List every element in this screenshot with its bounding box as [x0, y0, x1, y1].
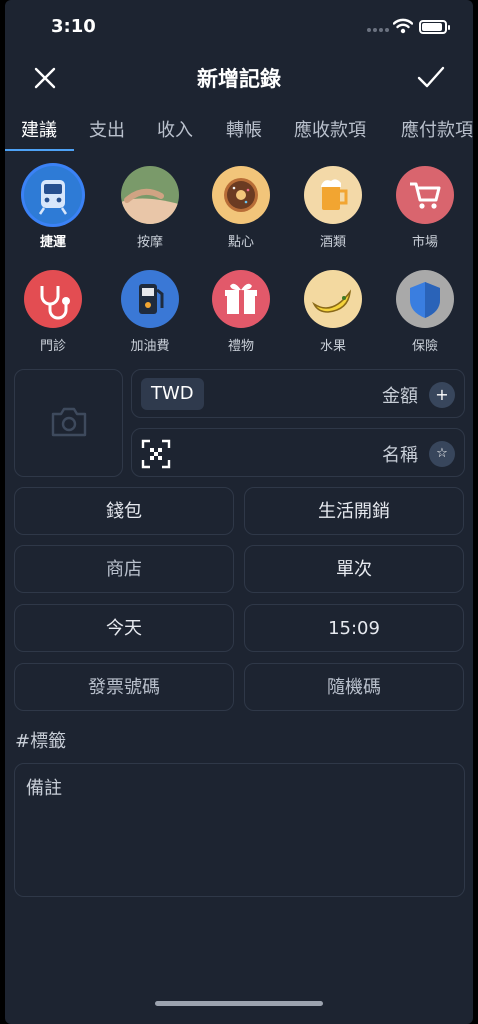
category-label: 水果 — [319, 339, 346, 354]
active-tab-indicator — [5, 149, 74, 151]
category-button[interactable]: 生活開銷 — [244, 487, 464, 535]
status-time: 3:10 — [51, 16, 96, 37]
massage-icon — [121, 166, 179, 224]
category-label: 酒類 — [319, 235, 346, 250]
category-label: 加油費 — [130, 339, 170, 354]
name-field[interactable]: 名稱 ☆ — [131, 428, 465, 477]
invoice-number-field[interactable]: 發票號碼 — [14, 663, 234, 711]
tab-receivable[interactable]: 應收款項 — [294, 116, 366, 142]
tab-suggested[interactable]: 建議 — [21, 116, 57, 142]
category-clinic[interactable]: 門診 — [13, 270, 93, 354]
checkmark-icon[interactable] — [417, 64, 445, 90]
gift-icon — [212, 270, 270, 328]
random-code-field[interactable]: 隨機碼 — [244, 663, 464, 711]
wifi-icon — [393, 18, 413, 34]
category-massage[interactable]: 按摩 — [110, 166, 190, 250]
tab-expense[interactable]: 支出 — [89, 116, 125, 142]
plus-icon[interactable]: + — [429, 382, 455, 408]
metro-train-icon — [24, 166, 82, 224]
tab-income[interactable]: 收入 — [157, 116, 193, 142]
home-indicator — [155, 1001, 323, 1006]
category-snack[interactable]: 點心 — [201, 166, 281, 250]
amount-label: 金額 — [382, 386, 418, 407]
shield-icon — [396, 270, 454, 328]
tags-input[interactable]: #標籤 — [15, 727, 66, 753]
name-label: 名稱 — [382, 445, 418, 466]
time-button[interactable]: 15:09 — [244, 604, 464, 652]
category-alcohol[interactable]: 酒類 — [293, 166, 373, 250]
store-button[interactable]: 商店 — [14, 545, 234, 593]
frequency-button[interactable]: 單次 — [244, 545, 464, 593]
nav-bar: 新增記錄 — [5, 54, 473, 100]
category-fuel[interactable]: 加油費 — [110, 270, 190, 354]
page-title: 新增記錄 — [197, 67, 281, 91]
category-label: 按摩 — [136, 235, 163, 250]
fuel-pump-icon — [121, 270, 179, 328]
category-label: 市場 — [411, 235, 438, 250]
category-label: 禮物 — [227, 339, 254, 354]
phone-screen: 3:10 新增記錄 建議 支出 收入 轉帳 應收款項 應付款項 捷運 按摩 點心… — [5, 0, 473, 1024]
category-label: 點心 — [227, 235, 254, 250]
beer-icon — [304, 166, 362, 224]
add-photo-button[interactable] — [14, 369, 123, 477]
category-label: 捷運 — [39, 235, 66, 250]
record-type-tabs: 建議 支出 收入 轉帳 應收款項 應付款項 — [5, 108, 473, 152]
category-insurance[interactable]: 保險 — [385, 270, 465, 354]
currency-selector[interactable]: TWD — [141, 378, 204, 410]
note-placeholder: 備註 — [26, 778, 62, 799]
wallet-button[interactable]: 錢包 — [14, 487, 234, 535]
shopping-cart-icon — [396, 166, 454, 224]
tab-payable[interactable]: 應付款項 — [401, 116, 473, 142]
date-button[interactable]: 今天 — [14, 604, 234, 652]
amount-field[interactable]: TWD 金額 + — [131, 369, 465, 418]
donut-icon — [212, 166, 270, 224]
stethoscope-icon — [24, 270, 82, 328]
camera-icon — [51, 407, 87, 437]
note-textarea[interactable]: 備註 — [14, 763, 465, 897]
cellular-signal-icon — [367, 28, 389, 34]
category-label: 保險 — [411, 339, 438, 354]
status-bar: 3:10 — [5, 0, 473, 54]
qr-scan-icon[interactable] — [141, 439, 171, 469]
category-metro[interactable]: 捷運 — [13, 166, 93, 250]
category-label: 門診 — [39, 339, 66, 354]
category-fruit[interactable]: 水果 — [293, 270, 373, 354]
tab-transfer[interactable]: 轉帳 — [226, 116, 262, 142]
category-market[interactable]: 市場 — [385, 166, 465, 250]
category-gift[interactable]: 禮物 — [201, 270, 281, 354]
star-icon[interactable]: ☆ — [429, 441, 455, 467]
battery-icon — [419, 20, 450, 34]
banana-icon — [304, 270, 362, 328]
